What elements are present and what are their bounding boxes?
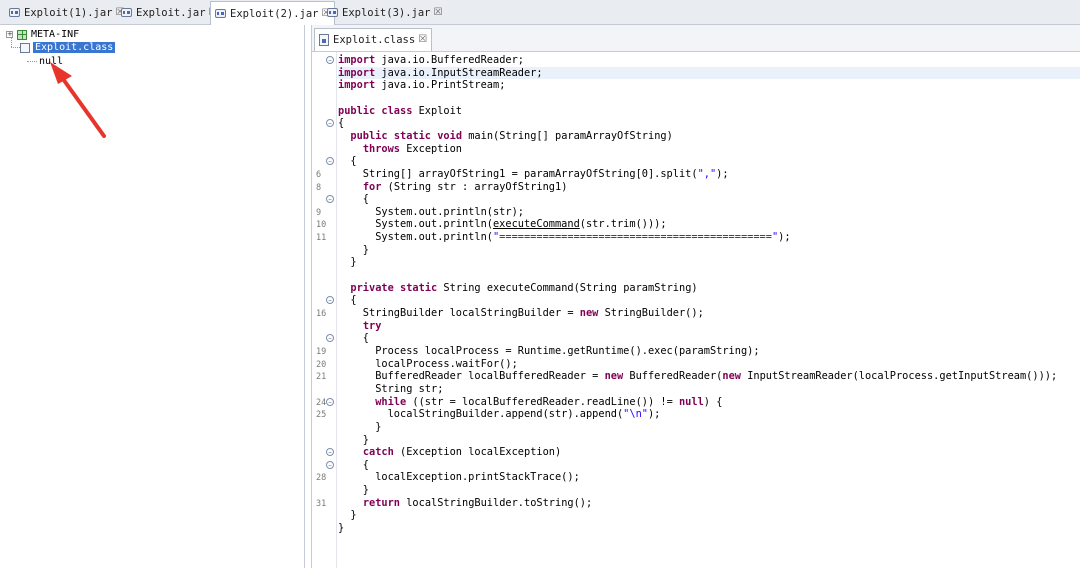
line-number: 31 xyxy=(316,498,327,509)
code-line[interactable]: BufferedReader localBufferedReader = new… xyxy=(338,370,1057,383)
fold-toggle-icon[interactable]: – xyxy=(326,56,334,64)
code-line[interactable]: public class Exploit xyxy=(338,105,462,118)
line-number: 20 xyxy=(316,359,327,370)
code-line[interactable]: } xyxy=(338,421,381,434)
code-line[interactable]: { xyxy=(338,193,369,206)
code-line[interactable]: for (String str : arrayOfString1) xyxy=(338,181,568,194)
tab-label: Exploit.class xyxy=(333,34,416,46)
code-line[interactable]: throws Exception xyxy=(338,143,462,156)
code-line[interactable]: import java.io.PrintStream; xyxy=(338,79,505,92)
tab-exploit-class[interactable]: Exploit.class ☒ xyxy=(314,28,433,51)
code-line[interactable]: public static void main(String[] paramAr… xyxy=(338,130,672,143)
code-line[interactable]: } xyxy=(338,484,369,497)
code-line[interactable]: localProcess.waitFor(); xyxy=(338,358,518,371)
line-number: 16 xyxy=(316,309,327,319)
code-line[interactable]: String str; xyxy=(338,383,443,396)
code-line[interactable]: { xyxy=(338,294,356,307)
code-line[interactable]: StringBuilder localStringBuilder = new S… xyxy=(338,307,704,320)
code-line[interactable]: import java.io.InputStreamReader; xyxy=(338,66,1080,80)
code-line[interactable]: { xyxy=(338,332,369,345)
line-number: 8 xyxy=(316,182,322,193)
code-line[interactable]: System.out.println(executeCommand(str.tr… xyxy=(338,218,666,231)
line-number: 19 xyxy=(316,346,327,357)
fold-toggle-icon[interactable]: – xyxy=(326,397,334,406)
code-line[interactable]: Process localProcess = Runtime.getRuntim… xyxy=(338,345,759,358)
line-number: 28 xyxy=(316,473,327,484)
code-line[interactable]: localStringBuilder.append(str).append("\… xyxy=(338,408,661,421)
line-number: 9 xyxy=(316,207,322,218)
code-line[interactable]: private static String executeCommand(Str… xyxy=(338,282,697,295)
line-number: 10 xyxy=(316,220,327,231)
code-line[interactable]: try xyxy=(338,320,382,333)
line-number: 25 xyxy=(316,410,327,421)
line-number: 11 xyxy=(316,233,327,244)
line-number: 6 xyxy=(316,169,322,180)
code-line[interactable]: System.out.println("====================… xyxy=(338,231,790,244)
line-number: 21 xyxy=(316,372,327,383)
code-line[interactable]: import java.io.BufferedReader; xyxy=(338,54,524,67)
code-line[interactable]: { xyxy=(338,117,344,130)
code-line[interactable]: } xyxy=(338,522,344,535)
code-line[interactable]: } xyxy=(338,434,369,447)
class-file-icon xyxy=(319,34,329,46)
code-line[interactable]: { xyxy=(338,459,369,472)
editor-tab-bar: Exploit.class ☒ xyxy=(312,25,1080,52)
code-line[interactable]: while ((str = localBufferedReader.readLi… xyxy=(338,396,722,409)
code-line[interactable]: } xyxy=(338,256,356,269)
code-line[interactable]: catch (Exception localException) xyxy=(338,446,561,459)
code-line[interactable]: localException.printStackTrace(); xyxy=(338,471,580,484)
code-line[interactable]: { xyxy=(338,155,356,168)
fold-toggle-icon[interactable]: – xyxy=(326,460,334,469)
code-line[interactable]: } xyxy=(338,509,356,522)
code-line[interactable]: return localStringBuilder.toString(); xyxy=(338,497,592,510)
code-line[interactable]: String[] arrayOfString1 = paramArrayOfSt… xyxy=(338,168,729,181)
code-line[interactable]: System.out.println(str); xyxy=(338,206,524,219)
code-line[interactable]: } xyxy=(338,244,369,257)
close-icon[interactable]: ☒ xyxy=(418,35,427,45)
